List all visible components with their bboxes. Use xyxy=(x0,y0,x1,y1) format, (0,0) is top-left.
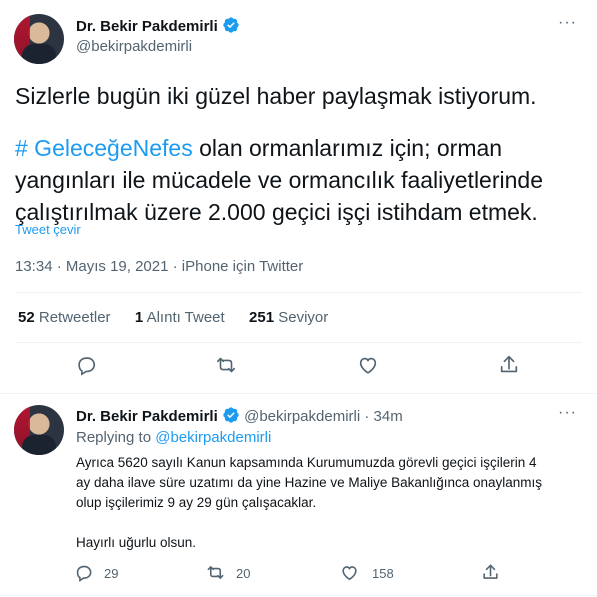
author-name[interactable]: Dr. Bekir Pakdemirli xyxy=(76,18,218,35)
reply-author-name[interactable]: Dr. Bekir Pakdemirli xyxy=(76,408,218,425)
reply-share-icon[interactable] xyxy=(481,563,500,582)
author-handle[interactable]: @bekirpakdemirli xyxy=(76,38,192,55)
translate-tweet-link[interactable]: Tweet çevir xyxy=(15,222,81,237)
divider xyxy=(0,595,597,596)
replying-to-handle[interactable]: @bekirpakdemirli xyxy=(155,429,271,446)
retweets-label: Retweetler xyxy=(38,309,111,326)
reply-retweets-count: 20 xyxy=(236,566,251,581)
likes-stat[interactable]: 251 Seviyor xyxy=(249,309,328,326)
reply-avatar[interactable] xyxy=(14,405,64,455)
reply-text-line: ay daha ilave süre uzatımı da yine Hazin… xyxy=(76,475,543,490)
separator: · xyxy=(172,258,178,275)
separator: · xyxy=(364,408,370,425)
reply-time[interactable]: 34m xyxy=(374,408,403,425)
retweets-count: 52 xyxy=(18,309,35,326)
likes-label: Seviyor xyxy=(278,309,329,326)
verified-badge-icon xyxy=(222,16,240,39)
more-options-icon[interactable]: ··· xyxy=(558,14,577,32)
retweet-icon[interactable] xyxy=(214,354,238,376)
tweet-time[interactable]: 13:34 xyxy=(15,258,53,275)
reply-likes-count: 158 xyxy=(372,566,394,581)
reply-icon[interactable] xyxy=(75,354,97,376)
separator: · xyxy=(56,258,62,275)
like-icon[interactable] xyxy=(357,354,379,376)
hashtag-link[interactable]: # GeleceğeNefes xyxy=(15,135,193,161)
avatar[interactable] xyxy=(14,14,64,64)
reply-retweet-icon[interactable] xyxy=(205,563,226,582)
reply-replies-count: 29 xyxy=(104,566,119,581)
tweet-source[interactable]: iPhone için Twitter xyxy=(182,258,303,275)
reply-text-line: Hayırlı uğurlu olsun. xyxy=(76,535,197,550)
retweets-stat[interactable]: 52 Retweetler xyxy=(18,309,115,326)
replying-to-label: Replying to xyxy=(76,429,156,446)
reply-text-line: olup işçilerimiz 9 ay 29 gün çalışacakla… xyxy=(76,495,317,510)
reply-like-icon[interactable] xyxy=(340,563,359,582)
tweet-text-line: yangınları ile mücadele ve ormancılık fa… xyxy=(15,167,543,193)
quotes-count: 1 xyxy=(134,309,144,326)
divider xyxy=(15,342,582,343)
divider xyxy=(0,393,597,394)
reply-reply-icon[interactable] xyxy=(74,563,93,582)
reply-text-line: Ayrıca 5620 sayılı Kanun kapsamında Kuru… xyxy=(76,455,537,470)
divider xyxy=(15,292,582,293)
tweet-text-line: çalıştırılmak üzere 2.000 geçici işçi is… xyxy=(15,199,538,225)
quotes-label: Alıntı Tweet xyxy=(146,309,225,326)
tweet-date[interactable]: Mayıs 19, 2021 xyxy=(66,258,169,275)
verified-badge-icon xyxy=(222,406,240,428)
share-icon[interactable] xyxy=(498,354,520,376)
reply-more-options-icon[interactable]: ··· xyxy=(558,404,577,422)
tweet-text-line: Sizlerle bugün iki güzel haber paylaşmak… xyxy=(15,83,537,109)
quotes-stat[interactable]: 1 Alıntı Tweet xyxy=(135,309,229,326)
likes-count: 251 xyxy=(249,309,275,326)
tweet-text-line: olan ormanlarımız için; orman xyxy=(192,135,503,161)
reply-author-handle[interactable]: @bekirpakdemirli xyxy=(244,408,360,425)
